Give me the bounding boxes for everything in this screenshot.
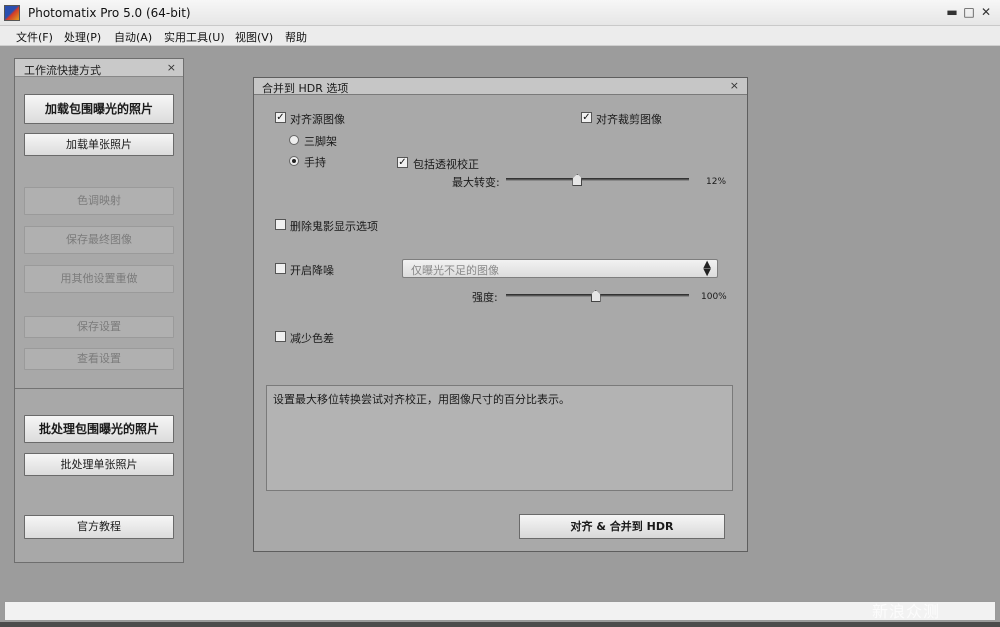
menu-file[interactable]: 文件(F) xyxy=(16,29,53,45)
perspective-checkbox[interactable]: ✓ xyxy=(397,157,408,168)
dialog-title: 合并到 HDR 选项 xyxy=(262,82,349,95)
tripod-label: 三脚架 xyxy=(304,135,337,148)
max-shift-slider-thumb[interactable] xyxy=(572,174,583,186)
watermark: 新浪众测 xyxy=(872,602,941,621)
max-shift-value: 12% xyxy=(706,177,727,187)
noise-reduction-checkbox[interactable] xyxy=(275,263,286,274)
save-settings-button[interactable]: 保存设置 xyxy=(24,316,174,338)
perspective-label: 包括透视校正 xyxy=(413,158,479,171)
noise-target-dropdown[interactable]: 仅曝光不足的图像 ▲ ▼ xyxy=(402,259,718,278)
handheld-radio[interactable] xyxy=(289,156,299,166)
view-settings-button[interactable]: 查看设置 xyxy=(24,348,174,370)
dialog-close-icon[interactable]: × xyxy=(730,79,739,92)
tutorials-button[interactable]: 官方教程 xyxy=(24,515,174,539)
noise-reduction-label: 开启降噪 xyxy=(290,264,334,277)
dialog-header: 合并到 HDR 选项 × xyxy=(254,78,747,95)
panel-divider xyxy=(15,388,183,389)
menu-process[interactable]: 处理(P) xyxy=(64,29,101,45)
help-text-box: 设置最大移位转换尝试对齐校正，用图像尺寸的百分比表示。 xyxy=(266,385,733,491)
menu-help[interactable]: 帮助 xyxy=(285,29,307,45)
load-single-button[interactable]: 加载单张照片 xyxy=(24,133,174,156)
tripod-radio[interactable] xyxy=(289,135,299,145)
crop-aligned-checkbox[interactable]: ✓ xyxy=(581,112,592,123)
strength-value: 100% xyxy=(701,292,727,302)
window-title: Photomatix Pro 5.0 (64-bit) xyxy=(28,6,191,20)
dropdown-arrows-icon: ▲ ▼ xyxy=(703,259,711,278)
panel-close-icon[interactable]: × xyxy=(167,61,176,74)
save-final-image-button[interactable]: 保存最终图像 xyxy=(24,226,174,254)
align-source-label: 对齐源图像 xyxy=(290,113,345,126)
menu-automate[interactable]: 自动(A) xyxy=(114,29,152,45)
chromatic-aberration-label: 减少色差 xyxy=(290,332,334,345)
close-icon[interactable]: ✕ xyxy=(978,4,994,20)
merge-hdr-options-dialog: 合并到 HDR 选项 × ✓ 对齐源图像 ✓ 对齐裁剪图像 三脚架 手持 ✓ 包… xyxy=(253,77,748,552)
menu-bar: 文件(F) 处理(P) 自动(A) 实用工具(U) 视图(V) 帮助 xyxy=(0,26,1000,46)
workflow-shortcuts-panel: 工作流快捷方式 × 加载包围曝光的照片 加载单张照片 色调映射 保存最终图像 用… xyxy=(14,58,184,563)
minimize-icon[interactable]: ▬ xyxy=(944,4,960,20)
status-bar xyxy=(4,601,996,621)
batch-single-button[interactable]: 批处理单张照片 xyxy=(24,453,174,476)
reprocess-button[interactable]: 用其他设置重做 xyxy=(24,265,174,293)
crop-aligned-label: 对齐裁剪图像 xyxy=(596,113,662,126)
deghost-label: 删除鬼影显示选项 xyxy=(290,220,378,233)
deghost-checkbox[interactable] xyxy=(275,219,286,230)
max-shift-slider-track[interactable] xyxy=(506,178,689,181)
photomatix-app-icon xyxy=(4,5,20,21)
workflow-panel-header: 工作流快捷方式 × xyxy=(15,59,183,77)
menu-view[interactable]: 视图(V) xyxy=(235,29,273,45)
max-shift-label: 最大转变: xyxy=(452,176,500,189)
handheld-label: 手持 xyxy=(304,156,326,169)
noise-target-value: 仅曝光不足的图像 xyxy=(411,264,499,277)
menu-utilities[interactable]: 实用工具(U) xyxy=(164,29,225,45)
strength-slider-thumb[interactable] xyxy=(590,290,601,302)
workflow-panel-title: 工作流快捷方式 xyxy=(24,64,101,77)
tone-mapping-button[interactable]: 色调映射 xyxy=(24,187,174,215)
align-merge-hdr-button[interactable]: 对齐 & 合并到 HDR xyxy=(519,514,725,539)
bottom-strip xyxy=(0,622,1000,627)
batch-bracketed-button[interactable]: 批处理包围曝光的照片 xyxy=(24,415,174,443)
strength-label: 强度: xyxy=(472,291,498,304)
help-text: 设置最大移位转换尝试对齐校正，用图像尺寸的百分比表示。 xyxy=(273,393,570,406)
maximize-icon[interactable]: □ xyxy=(961,4,977,20)
title-bar: Photomatix Pro 5.0 (64-bit) ▬ □ ✕ xyxy=(0,0,1000,26)
align-source-checkbox[interactable]: ✓ xyxy=(275,112,286,123)
load-bracketed-button[interactable]: 加载包围曝光的照片 xyxy=(24,94,174,124)
chromatic-aberration-checkbox[interactable] xyxy=(275,331,286,342)
